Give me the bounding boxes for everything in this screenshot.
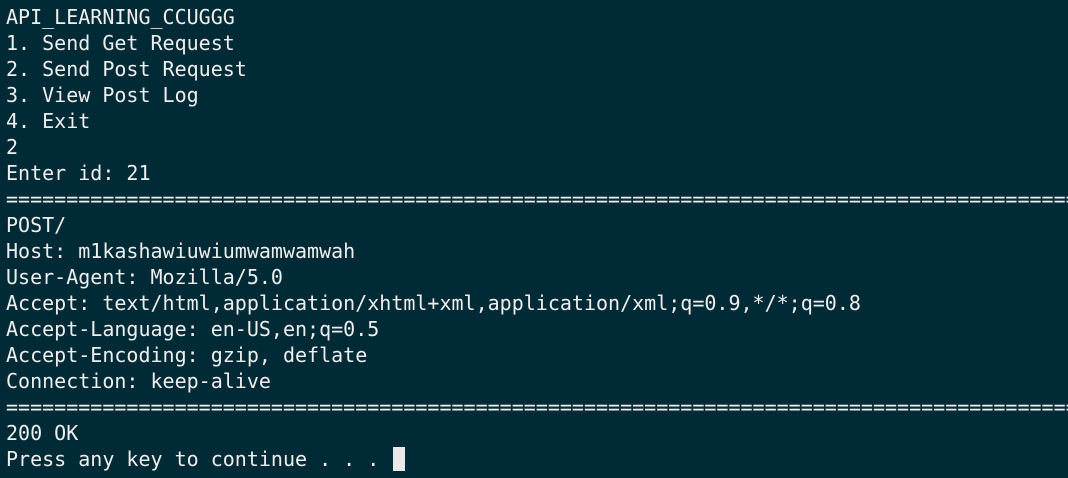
- header-connection: Connection: keep-alive: [6, 369, 271, 393]
- continue-line: Press any key to continue . . .: [6, 446, 1068, 472]
- app-title-line: API_LEARNING_CCUGGG: [6, 5, 235, 29]
- id-prompt: Enter id: 21: [6, 161, 151, 185]
- header-user-agent: User-Agent: Mozilla/5.0: [6, 265, 283, 289]
- console-window[interactable]: API_LEARNING_CCUGGG 1. Send Get Request …: [0, 0, 1068, 478]
- separator-bottom: ========================================…: [6, 395, 1068, 419]
- menu-item-get: 1. Send Get Request: [6, 31, 235, 55]
- user-choice: 2: [6, 135, 19, 159]
- header-accept-encoding: Accept-Encoding: gzip, deflate: [6, 343, 368, 367]
- continue-prompt: Press any key to continue . . .: [6, 447, 392, 471]
- header-accept-language: Accept-Language: en-US,en;q=0.5: [6, 317, 380, 341]
- response-status: 200 OK: [6, 421, 79, 445]
- separator-top: ========================================…: [6, 187, 1068, 211]
- menu-item-post: 2. Send Post Request: [6, 57, 247, 81]
- menu-item-view-log: 3. View Post Log: [6, 83, 199, 107]
- header-accept: Accept: text/html,application/xhtml+xml,…: [6, 291, 861, 315]
- request-method: POST/: [6, 213, 67, 237]
- menu-item-exit: 4. Exit: [6, 109, 91, 133]
- text-cursor: [393, 447, 406, 471]
- header-host: Host: m1kashawiuwiumwamwamwah: [6, 239, 356, 263]
